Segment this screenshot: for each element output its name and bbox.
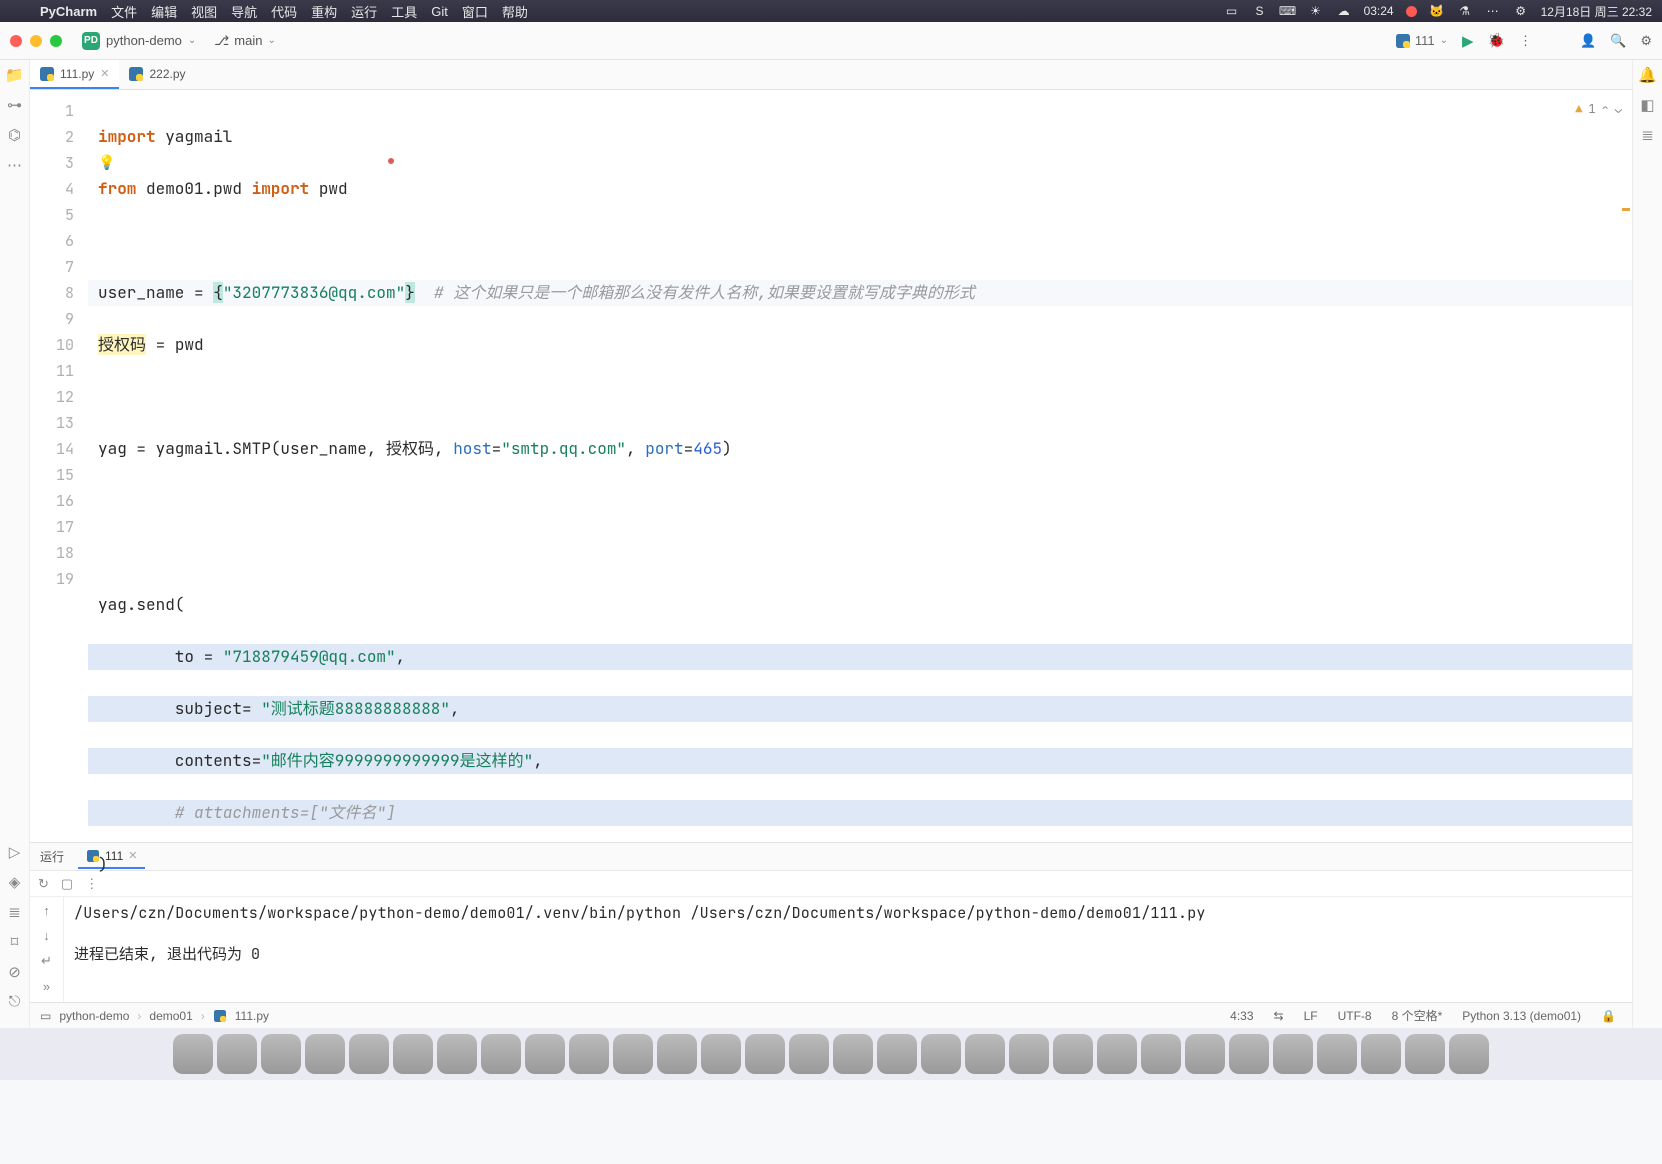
scroll-end-icon[interactable]: » xyxy=(43,979,50,994)
zoom-window-button[interactable] xyxy=(50,35,62,47)
editor[interactable]: 123 456 789 101112 131415 161718 19 impo… xyxy=(30,90,1632,842)
run-label: 运行 xyxy=(40,848,64,865)
menu-code[interactable]: 代码 xyxy=(271,2,297,21)
menu-view[interactable]: 视图 xyxy=(191,2,217,21)
menu-window[interactable]: 窗口 xyxy=(462,2,488,21)
project-selector[interactable]: PD python-demo ⌄ xyxy=(82,32,196,50)
vcs-tool-icon[interactable]: ⎋ xyxy=(9,993,21,1010)
menu-help[interactable]: 帮助 xyxy=(502,2,528,21)
line-gutter: 123 456 789 101112 131415 161718 19 xyxy=(30,90,88,842)
run-config-name: 111 xyxy=(1415,33,1435,48)
soft-wrap-icon[interactable]: ↵ xyxy=(41,953,52,969)
project-name: python-demo xyxy=(106,33,182,48)
tray-icon-3[interactable]: ⌨︎ xyxy=(1280,3,1296,19)
project-tool-icon[interactable]: 📁 xyxy=(5,66,24,84)
menu-navigate[interactable]: 导航 xyxy=(231,2,257,21)
python-icon xyxy=(1396,34,1410,48)
recording-icon[interactable] xyxy=(1406,6,1417,17)
debug-button[interactable]: 🐞 xyxy=(1488,32,1505,49)
window-toolbar: PD python-demo ⌄ ⎇ main ⌄ 111 ⌄ ▶ 🐞 ⋮ 👤 … xyxy=(0,22,1662,60)
account-icon[interactable]: 👤 xyxy=(1580,33,1596,49)
search-icon[interactable]: 🔍 xyxy=(1610,33,1626,49)
tray-icon-flask[interactable]: ⚗ xyxy=(1457,3,1473,19)
scroll-up-icon[interactable]: ↑ xyxy=(43,903,50,918)
apple-icon[interactable] xyxy=(10,3,26,19)
close-window-button[interactable] xyxy=(10,35,22,47)
intention-bulb-icon[interactable]: 💡 xyxy=(98,150,115,176)
rerun-icon[interactable]: ↻ xyxy=(38,876,49,892)
tray-icon-2[interactable]: S xyxy=(1252,3,1268,19)
python-file-icon xyxy=(129,67,143,81)
terminal-tool-icon[interactable]: ⌑ xyxy=(11,933,19,951)
problems-tool-icon[interactable]: ⊘ xyxy=(8,963,21,981)
tray-icon-weather[interactable]: ☁ xyxy=(1336,3,1352,19)
editor-tabs: 111.py ✕ 222.py xyxy=(30,60,1632,90)
chevron-down-icon: ⌄ xyxy=(1440,35,1448,46)
menu-git[interactable]: Git xyxy=(431,4,448,19)
tray-clock-1: 03:24 xyxy=(1364,4,1394,18)
left-tool-stripe: 📁 ⊶ ⌬ ⋯ ▷ ◈ ≣ ⌑ ⊘ ⎋ xyxy=(0,60,30,1028)
run-gutter: ↑ ↓ ↵ » xyxy=(30,897,64,1002)
chevron-up-icon[interactable]: ⌃ xyxy=(1602,96,1609,122)
editor-tab-111[interactable]: 111.py ✕ xyxy=(30,60,119,89)
menu-tools[interactable]: 工具 xyxy=(391,2,417,21)
tray-icon-1[interactable]: ▭ xyxy=(1224,3,1240,19)
python-tool-icon[interactable]: ◈ xyxy=(9,873,21,891)
more-tool-icon[interactable]: ⋯ xyxy=(7,156,22,174)
branch-icon: ⎇ xyxy=(214,33,229,49)
menu-file[interactable]: 文件 xyxy=(111,2,137,21)
ai-tool-icon[interactable]: ◧ xyxy=(1640,96,1654,114)
menu-refactor[interactable]: 重构 xyxy=(311,2,337,21)
minimize-window-button[interactable] xyxy=(30,35,42,47)
tray-icon-more[interactable]: ⋯ xyxy=(1485,3,1501,19)
git-branch-selector[interactable]: ⎇ main ⌄ xyxy=(214,33,276,49)
menu-run[interactable]: 运行 xyxy=(351,2,377,21)
warning-count: 1 xyxy=(1588,96,1595,122)
mac-menubar: PyCharm 文件 编辑 视图 导航 代码 重构 运行 工具 Git 窗口 帮… xyxy=(0,0,1662,22)
chevron-down-icon: ⌄ xyxy=(188,35,196,46)
window-controls xyxy=(10,35,62,47)
tray-date[interactable]: 12月18日 周三 22:32 xyxy=(1541,3,1652,20)
breadcrumb-icon: ▭ xyxy=(40,1009,51,1023)
tab-label: 222.py xyxy=(149,67,185,81)
settings-icon[interactable]: ⚙ xyxy=(1640,33,1652,49)
stripe-warn-mark[interactable] xyxy=(1622,208,1630,211)
scroll-down-icon[interactable]: ↓ xyxy=(43,928,50,943)
close-tab-icon[interactable]: ✕ xyxy=(100,67,109,80)
run-button[interactable]: ▶ xyxy=(1462,32,1474,50)
warning-icon: ▲ xyxy=(1575,96,1582,122)
commit-tool-icon[interactable]: ⊶ xyxy=(7,96,22,114)
inspections-widget[interactable]: ▲ 1 ⌃ ⌄ xyxy=(1575,96,1622,122)
stop-icon[interactable]: ▢ xyxy=(61,876,73,892)
tab-label: 111.py xyxy=(60,67,94,81)
services-tool-icon[interactable]: ≣ xyxy=(8,903,21,921)
error-marker-icon xyxy=(388,158,394,164)
project-badge-icon: PD xyxy=(82,32,100,50)
more-actions-button[interactable]: ⋮ xyxy=(1519,33,1532,49)
menu-edit[interactable]: 编辑 xyxy=(151,2,177,21)
tray-icon-brightness[interactable]: ☀ xyxy=(1308,3,1324,19)
structure-tool-icon[interactable]: ⌬ xyxy=(8,126,21,144)
python-file-icon xyxy=(40,67,54,81)
tray-icon-control[interactable]: ⚙ xyxy=(1513,3,1529,19)
tray-icon-cat[interactable]: 🐱 xyxy=(1429,3,1445,19)
error-stripe[interactable] xyxy=(1620,90,1632,842)
run-config-selector[interactable]: 111 ⌄ xyxy=(1396,33,1448,48)
notifications-icon[interactable]: 🔔 xyxy=(1638,66,1657,84)
run-tool-icon[interactable]: ▷ xyxy=(9,843,21,861)
right-tool-stripe: 🔔 ◧ ≣ xyxy=(1632,60,1662,1028)
chevron-down-icon: ⌄ xyxy=(267,35,275,46)
branch-name: main xyxy=(234,33,262,48)
code-area[interactable]: import yagmail from demo01.pwd import pw… xyxy=(88,90,1632,842)
app-name[interactable]: PyCharm xyxy=(40,4,97,19)
editor-tab-222[interactable]: 222.py xyxy=(119,60,195,89)
